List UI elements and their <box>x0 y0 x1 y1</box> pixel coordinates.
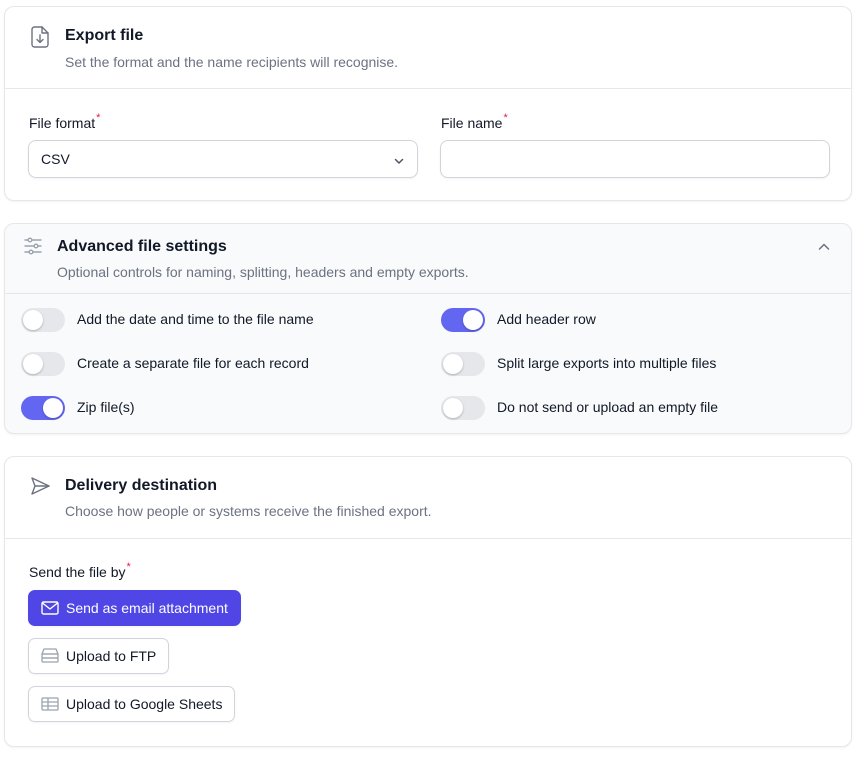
export-file-card: Export file Set the format and the name … <box>4 6 852 201</box>
server-icon <box>41 648 59 664</box>
chevron-up-icon[interactable] <box>815 238 833 256</box>
delivery-destination-header: Delivery destination Choose how people o… <box>5 457 851 539</box>
toggle-knob <box>443 354 463 374</box>
advanced-settings-header[interactable]: Advanced file settings Optional controls… <box>5 224 851 294</box>
toggle-knob <box>443 398 463 418</box>
toggle-knob <box>23 310 43 330</box>
file-name-label-text: File name <box>441 115 503 131</box>
toggle-label: Do not send or upload an empty file <box>497 399 719 415</box>
toggle-empty-file[interactable] <box>441 396 485 420</box>
file-name-label: File name* <box>441 112 508 131</box>
file-format-label: File format* <box>29 112 101 131</box>
upload-ftp-button[interactable]: Upload to FTP <box>28 638 170 674</box>
delivery-destination-card: Delivery destination Choose how people o… <box>4 456 852 747</box>
toggle-label: Add the date and time to the file name <box>77 311 314 327</box>
toggle-separate-file[interactable] <box>21 352 65 376</box>
toggle-knob <box>463 310 483 330</box>
toggle-date-time[interactable] <box>21 308 65 332</box>
toggle-split-exports[interactable] <box>441 352 485 376</box>
toggle-header-row[interactable] <box>441 308 485 332</box>
toggle-label: Add header row <box>497 311 596 327</box>
file-format-select[interactable]: CSV <box>28 140 418 178</box>
export-file-subtitle: Set the format and the name recipients w… <box>65 54 399 70</box>
sliders-icon <box>23 236 43 259</box>
toggle-label: Split large exports into multiple files <box>497 355 717 371</box>
send-file-by-label: Send the file by* <box>29 561 131 580</box>
chevron-down-icon <box>393 154 405 170</box>
button-label: Upload to FTP <box>66 648 157 664</box>
send-icon <box>29 475 51 500</box>
advanced-settings-title: Advanced file settings <box>57 238 227 255</box>
export-file-title: Export file <box>65 27 144 44</box>
file-format-value: CSV <box>41 151 70 167</box>
toggle-zip[interactable] <box>21 396 65 420</box>
required-mark: * <box>503 112 508 124</box>
button-label: Upload to Google Sheets <box>66 696 223 712</box>
mail-icon <box>41 601 59 615</box>
required-mark: * <box>126 561 131 573</box>
file-download-icon <box>29 25 51 52</box>
toggle-label: Zip file(s) <box>77 399 135 415</box>
delivery-destination-title: Delivery destination <box>65 477 218 494</box>
export-file-header: Export file Set the format and the name … <box>5 7 851 89</box>
advanced-settings-subtitle: Optional controls for naming, splitting,… <box>57 264 469 280</box>
table-icon <box>41 697 59 711</box>
delivery-destination-subtitle: Choose how people or systems receive the… <box>65 503 432 519</box>
button-label: Send as email attachment <box>66 600 228 616</box>
upload-google-sheets-button[interactable]: Upload to Google Sheets <box>28 686 236 722</box>
advanced-settings-card: Advanced file settings Optional controls… <box>4 223 852 434</box>
toggle-knob <box>23 354 43 374</box>
required-mark: * <box>96 112 101 124</box>
send-file-by-label-text: Send the file by <box>29 564 126 580</box>
toggle-knob <box>43 398 63 418</box>
send-email-attachment-button[interactable]: Send as email attachment <box>28 590 241 626</box>
file-format-label-text: File format <box>29 115 96 131</box>
file-name-input[interactable] <box>440 140 830 178</box>
toggle-label: Create a separate file for each record <box>77 355 309 371</box>
